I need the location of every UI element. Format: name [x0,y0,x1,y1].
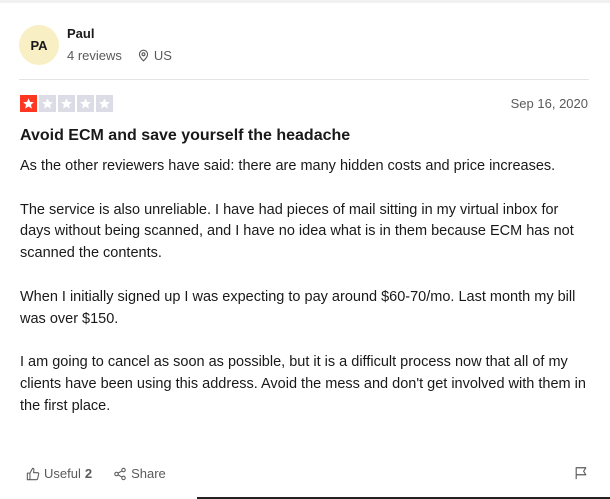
thumbs-up-icon [26,467,40,480]
avatar-initials: PA [30,37,48,53]
review-paragraph: The service is also unreliable. I have h… [20,201,574,262]
useful-count: 2 [84,466,93,481]
review-actions: Useful 2 Share [26,466,166,481]
star-icon [77,95,94,112]
share-button[interactable]: Share [113,466,166,481]
review-paragraph: As the other reviewers have said: there … [20,158,556,174]
reviewer-location: US [153,48,172,63]
report-flag-button[interactable] [574,466,588,485]
flag-icon [575,467,587,480]
star-icon [20,95,37,112]
review-date: Sep 16, 2020 [510,96,588,111]
review-paragraph: When I initially signed up I was expecti… [20,288,576,327]
share-icon [114,467,126,480]
review-paragraph: I am going to cancel as soon as possible… [20,354,586,414]
star-icon [39,95,56,112]
star-icon [96,95,113,112]
review-title[interactable]: Avoid ECM and save yourself the headache [20,127,350,145]
star-rating [20,95,113,112]
share-label: Share [131,466,166,481]
location-pin-icon [137,49,150,62]
review-body: As the other reviewers have said: there … [20,156,590,418]
reviewer-meta: 4 reviews US [67,48,172,63]
star-icon [58,95,75,112]
useful-label: Useful [44,466,81,481]
reviewer-name[interactable]: Paul [67,26,94,41]
avatar[interactable]: PA [19,25,59,65]
divider [19,79,589,80]
review-count: 4 reviews [67,48,122,63]
useful-button[interactable]: Useful 2 [26,466,92,481]
top-border [0,0,610,3]
